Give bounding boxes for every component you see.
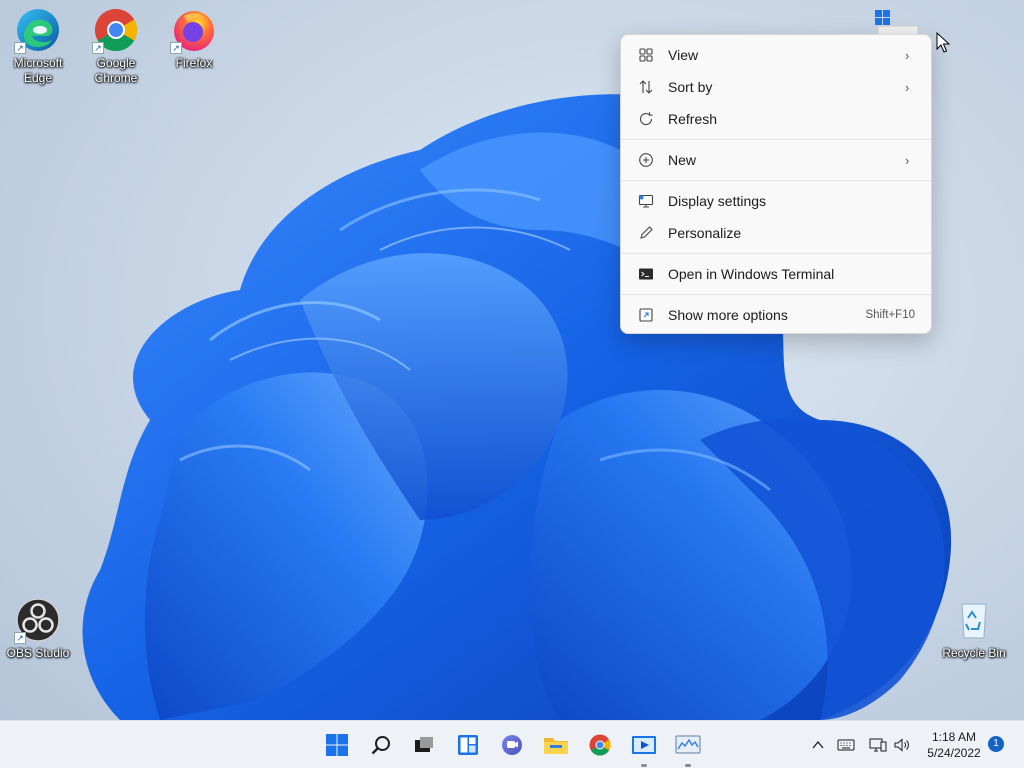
desktop[interactable]: ↗ Microsoft Edge ↗ Google Chrome ↗ Firef… [0, 0, 1024, 720]
task-view-button[interactable] [408, 729, 440, 761]
widgets-icon [458, 735, 478, 755]
menu-item-label: Display settings [668, 193, 767, 209]
shortcut-arrow-icon: ↗ [14, 632, 26, 644]
start-button[interactable] [321, 729, 353, 761]
desktop-icon-google-chrome[interactable]: ↗ Google Chrome [78, 6, 154, 86]
keyboard-icon [837, 739, 855, 751]
terminal-icon [637, 265, 655, 283]
clock-date: 5/24/2022 [927, 746, 981, 760]
menu-separator [621, 180, 931, 181]
mouse-cursor-icon [936, 32, 950, 53]
chevron-up-icon [812, 740, 824, 749]
menu-item-refresh[interactable]: Refresh [625, 103, 927, 135]
menu-item-open-terminal[interactable]: Open in Windows Terminal [625, 258, 927, 290]
widgets-button[interactable] [452, 729, 484, 761]
keyboard-shortcut-label: Shift+F10 [865, 309, 915, 321]
chrome-icon: ↗ [92, 6, 140, 54]
menu-item-label: Refresh [668, 111, 718, 127]
edge-icon: ↗ [14, 6, 62, 54]
menu-item-label: Personalize [668, 225, 742, 241]
desktop-icon-microsoft-edge[interactable]: ↗ Microsoft Edge [0, 6, 76, 86]
search-icon [371, 736, 390, 755]
shortcut-arrow-icon: ↗ [92, 42, 104, 54]
plus-circle-icon [637, 151, 655, 169]
start-icon [326, 734, 348, 756]
menu-item-label: Sort by [668, 79, 713, 95]
menu-item-personalize[interactable]: Personalize [625, 217, 927, 249]
menu-item-show-more-options[interactable]: Show more options Shift+F10 [625, 299, 927, 331]
taskbar: 1:18 AM 5/24/2022 [0, 720, 1024, 768]
display-icon [637, 192, 655, 210]
notification-badge[interactable]: 1 [988, 736, 1004, 752]
network-icon [869, 738, 887, 752]
system-monitor-button[interactable] [672, 729, 704, 767]
menu-item-view[interactable]: View › [625, 39, 927, 71]
search-button[interactable] [365, 729, 397, 761]
media-player-icon [632, 736, 656, 754]
desktop-icon-label: Microsoft Edge [13, 56, 63, 85]
running-indicator [641, 764, 647, 767]
menu-separator [621, 253, 931, 254]
desktop-icon-recycle-bin[interactable]: Recycle Bin [936, 596, 1012, 661]
chevron-right-icon: › [905, 152, 910, 168]
menu-item-sort-by[interactable]: Sort by › [625, 71, 927, 103]
chat-button[interactable] [496, 729, 528, 761]
menu-item-label: Open in Windows Terminal [668, 266, 835, 282]
menu-separator [621, 139, 931, 140]
desktop-icon-label: Google Chrome [94, 56, 138, 85]
shortcut-arrow-icon: ↗ [14, 42, 26, 54]
obs-icon: ↗ [14, 596, 62, 644]
menu-item-new[interactable]: New › [625, 144, 927, 176]
clock-button[interactable]: 1:18 AM 5/24/2022 [918, 729, 990, 761]
refresh-icon [637, 110, 655, 128]
grid-view-icon [637, 46, 655, 64]
firefox-icon: ↗ [170, 6, 218, 54]
menu-item-label: View [668, 47, 699, 63]
show-hidden-icons-button[interactable] [808, 735, 828, 755]
task-view-icon [415, 737, 433, 752]
clock-time: 1:18 AM [931, 730, 977, 744]
input-indicator-button[interactable] [836, 735, 856, 755]
desktop-icon-firefox[interactable]: ↗ Firefox [156, 6, 232, 71]
chrome-taskbar-button[interactable] [584, 729, 616, 761]
chat-icon [502, 735, 522, 755]
desktop-context-menu: View › Sort by › Refresh New › Display s… [620, 34, 932, 334]
desktop-icon-label: OBS Studio [6, 646, 70, 660]
desktop-icon-obs-studio[interactable]: ↗ OBS Studio [0, 596, 76, 661]
more-options-icon [637, 306, 655, 324]
menu-item-display-settings[interactable]: Display settings [625, 185, 927, 217]
shortcut-arrow-icon: ↗ [170, 42, 182, 54]
media-player-button[interactable] [628, 729, 660, 767]
pen-icon [637, 224, 655, 242]
chevron-right-icon: › [905, 79, 910, 95]
sort-arrows-icon [637, 78, 655, 96]
volume-icon [894, 738, 909, 752]
chevron-right-icon: › [905, 47, 910, 63]
desktop-icon-label: Recycle Bin [942, 646, 1006, 660]
file-explorer-icon [544, 738, 568, 754]
chrome-icon [589, 734, 611, 756]
menu-item-label: Show more options [668, 307, 788, 323]
system-monitor-icon [675, 735, 701, 754]
file-explorer-button[interactable] [540, 729, 572, 761]
menu-separator [621, 294, 931, 295]
menu-item-label: New [668, 152, 697, 168]
desktop-icon-label: Firefox [175, 56, 213, 70]
recycle-bin-icon [950, 596, 998, 644]
running-indicator [685, 764, 691, 767]
network-button[interactable] [868, 735, 888, 755]
volume-button[interactable] [892, 735, 912, 755]
